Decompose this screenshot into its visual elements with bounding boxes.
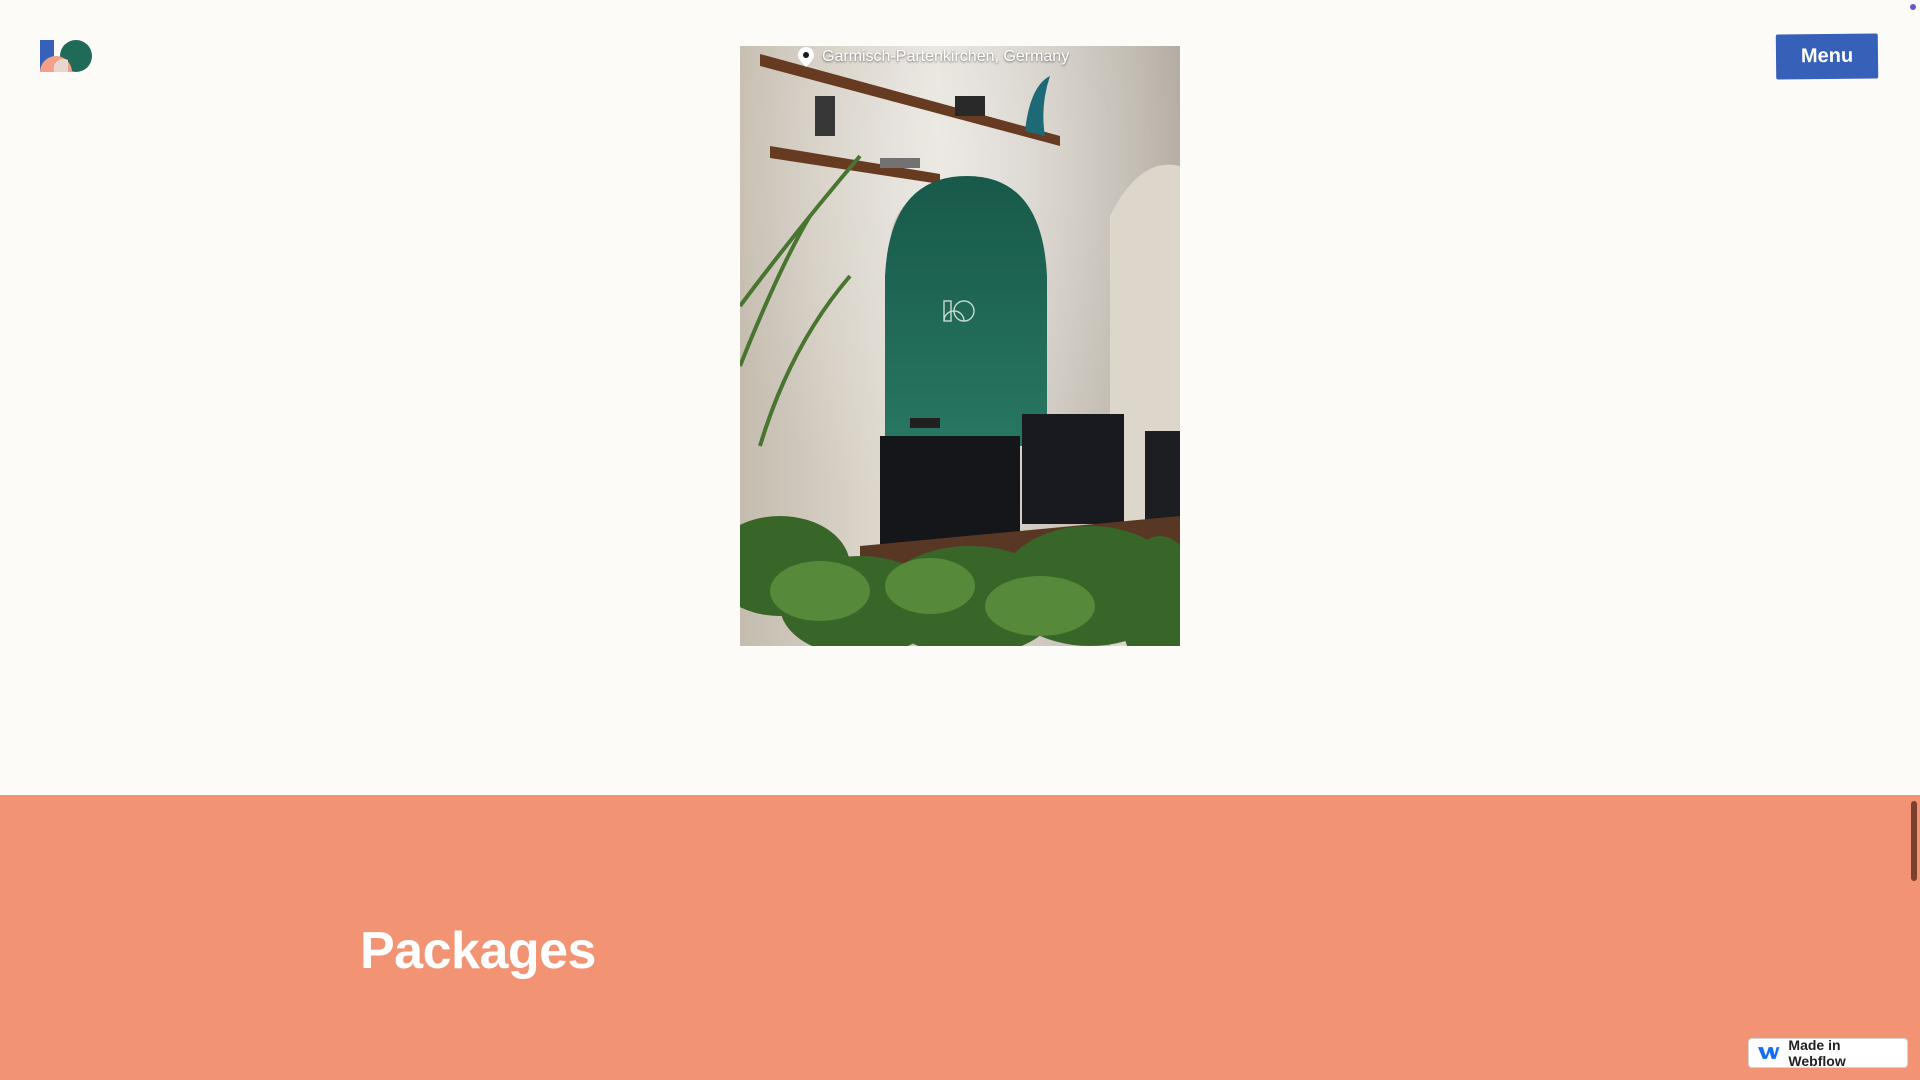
status-dot xyxy=(1910,4,1916,10)
site-logo[interactable] xyxy=(38,38,94,76)
hero-photo xyxy=(740,46,1180,646)
webflow-icon xyxy=(1757,1047,1780,1059)
badge-label: Made in Webflow xyxy=(1788,1037,1846,1069)
made-in-webflow-badge[interactable]: Made in Webflow xyxy=(1748,1037,1908,1069)
location-label: Garmisch-Partenkirchen, Germany xyxy=(798,47,1069,67)
packages-section: Packages xyxy=(0,795,1920,1080)
map-pin-icon xyxy=(798,47,814,67)
packages-title: Packages xyxy=(360,922,596,980)
location-text: Garmisch-Partenkirchen, Germany xyxy=(822,48,1070,65)
scrollbar[interactable] xyxy=(1906,795,1920,1080)
menu-button[interactable]: Menu xyxy=(1775,33,1879,80)
scrollbar-thumb[interactable] xyxy=(1911,801,1917,881)
